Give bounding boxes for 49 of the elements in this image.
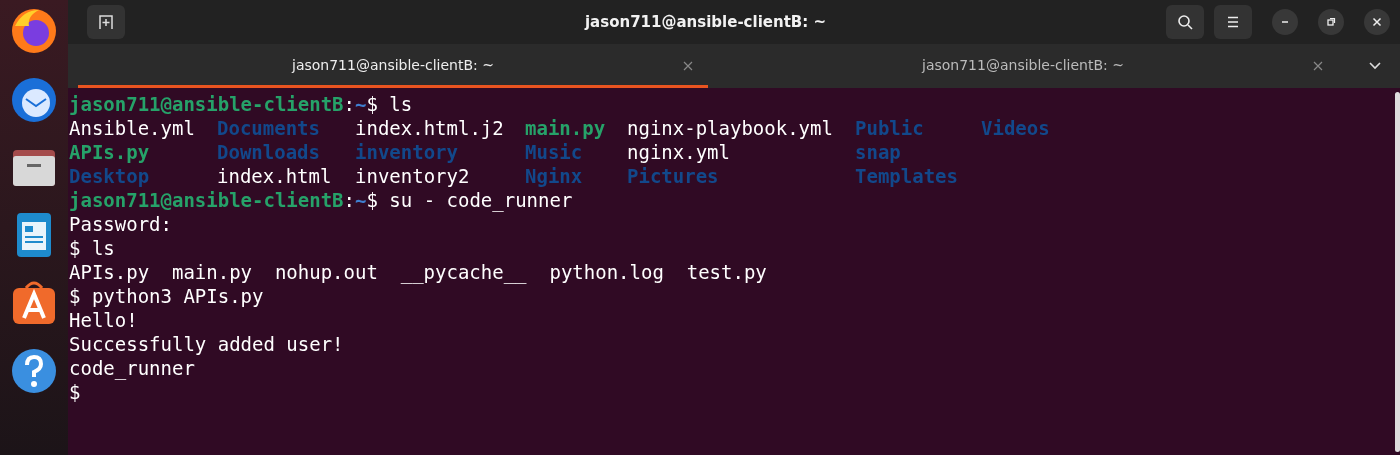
tab[interactable]: jason711@ansible-clientB: ~ [78, 44, 708, 88]
terminal-line: Hello! [69, 308, 139, 332]
file-name: Pictures [627, 164, 720, 188]
file-name: snap [855, 140, 902, 164]
file-name: nginx-playbook.yml [627, 116, 834, 140]
menu-button[interactable] [1214, 5, 1252, 39]
terminal-line: Password: [69, 212, 173, 236]
file-name: index.html.j2 [355, 116, 505, 140]
file-name: Public [855, 116, 925, 140]
search-icon [1177, 14, 1193, 30]
terminal-line: APIs.py main.py nohup.out __pycache__ python.log test.py [69, 260, 768, 284]
terminal-line: Successfully added user! [69, 332, 345, 356]
new-tab-button[interactable] [87, 5, 125, 39]
minimize-icon [1281, 21, 1289, 23]
maximize-button[interactable] [1318, 9, 1344, 35]
new-tab-icon [98, 14, 114, 30]
file-name: Ansible.yml [69, 116, 196, 140]
file-name: Videos [981, 116, 1051, 140]
search-button[interactable] [1166, 5, 1204, 39]
file-name: APIs.py [69, 140, 151, 164]
file-name: inventory2 [355, 164, 471, 188]
tab[interactable]: jason711@ansible-clientB: ~ [708, 44, 1338, 88]
file-name: Music [525, 140, 584, 164]
scrollbar[interactable] [1395, 92, 1400, 452]
close-icon[interactable] [1312, 60, 1324, 72]
file-name: Desktop [69, 164, 151, 188]
close-button[interactable] [1364, 9, 1390, 35]
file-name: main.py [525, 116, 607, 140]
help-icon[interactable] [9, 346, 59, 396]
terminal-line: $ [69, 380, 82, 404]
terminal-line: jason711@ansible-clientB:~$ su - code_runner [69, 188, 574, 212]
file-name: index.html [217, 164, 333, 188]
close-icon [1371, 16, 1383, 28]
file-name: Nginx [525, 164, 584, 188]
terminal-line: $ python3 APIs.py [69, 284, 265, 308]
chevron-icon[interactable] [1368, 61, 1382, 71]
file-name: Templates [855, 164, 959, 188]
file-name: Documents [217, 116, 321, 140]
window-title: jason711@ansible-clientB: ~ [583, 13, 828, 31]
menu-icon [1225, 14, 1241, 30]
file-name: nginx.yml [627, 140, 731, 164]
browser-icon[interactable] [9, 6, 59, 56]
terminal-line: $ ls [69, 236, 116, 260]
file-name: Downloads [217, 140, 321, 164]
file-name: inventory [355, 140, 459, 164]
terminal-line: jason711@ansible-clientB:~$ ls [69, 92, 414, 116]
terminal-line: code_runner [69, 356, 196, 380]
close-icon[interactable] [682, 60, 694, 72]
maximize-icon [1325, 16, 1337, 28]
